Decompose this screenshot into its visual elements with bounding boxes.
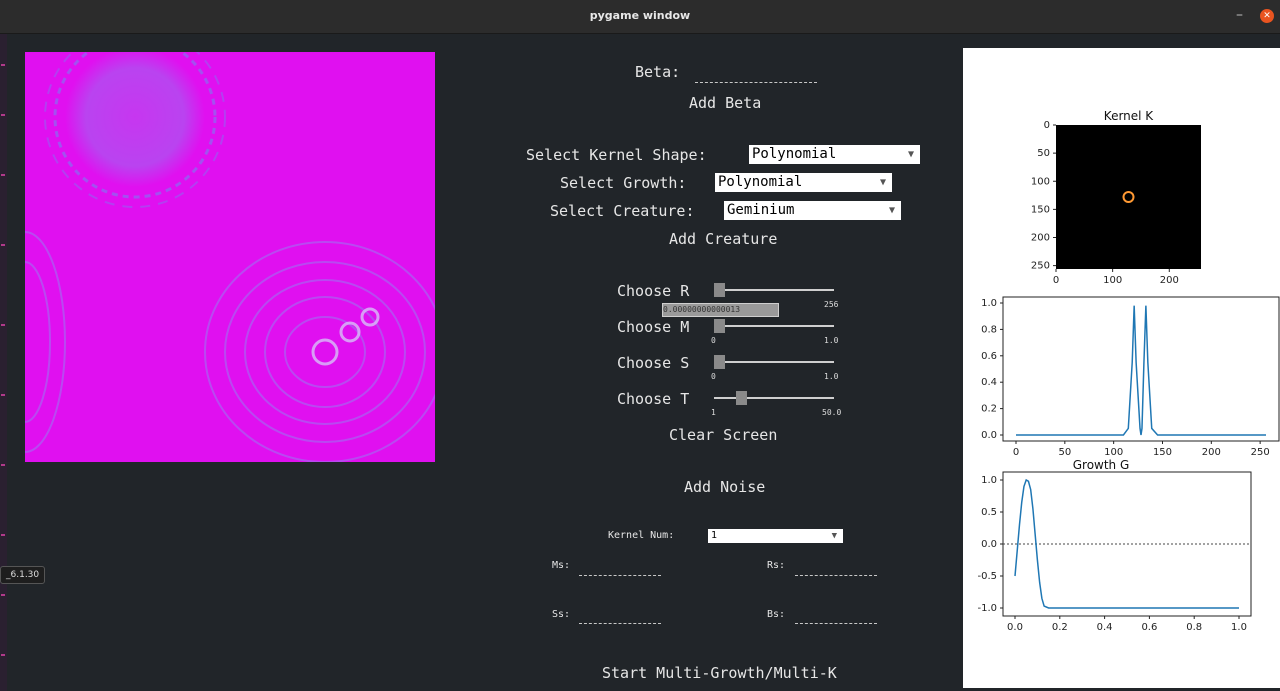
slider-s-label: Choose S <box>617 354 690 372</box>
r-value-box[interactable]: 0.00000000000013 <box>662 303 779 317</box>
profile-ytick-label: 0.2 <box>981 404 997 415</box>
kernel-num-value: 1 <box>711 530 718 541</box>
close-icon[interactable]: ✕ <box>1260 9 1274 23</box>
ms-input[interactable] <box>579 575 661 576</box>
slider-t-knob[interactable] <box>736 391 747 405</box>
add-beta-button[interactable]: Add Beta <box>689 94 761 112</box>
slider-t-max: 50.0 <box>822 408 842 417</box>
simulation-canvas[interactable] <box>25 52 435 462</box>
profile-xtick-label: 150 <box>1153 447 1172 458</box>
creature-value: Geminium <box>727 202 795 218</box>
slider-r-label: Choose R <box>617 282 690 300</box>
slider-r[interactable] <box>714 280 834 300</box>
profile-xtick-label: 0 <box>1013 447 1019 458</box>
beta-input-underline <box>695 82 817 83</box>
growth-label: Select Growth: <box>560 174 687 192</box>
ss-input[interactable] <box>579 623 661 624</box>
rs-label: Rs: <box>767 560 786 571</box>
start-multi-growth-button[interactable]: Start Multi-Growth/Multi-K <box>602 664 837 682</box>
kernel-ytick-label: 200 <box>1031 233 1050 244</box>
kernel-xtick-label: 0 <box>1053 275 1059 286</box>
clear-screen-button[interactable]: Clear Screen <box>669 426 777 444</box>
profile-xtick-label: 200 <box>1202 447 1221 458</box>
beta-label: Beta: <box>635 63 681 81</box>
profile-ytick-label: 1.0 <box>981 298 997 309</box>
slider-m-max: 1.0 <box>824 336 839 345</box>
kernel-xtick-label: 100 <box>1103 275 1122 286</box>
slider-t-min: 1 <box>711 408 716 417</box>
profile-ytick-label: 0.0 <box>981 430 997 441</box>
window-titlebar: pygame window – ✕ <box>0 0 1280 34</box>
kernel-ytick-label: 0 <box>1044 120 1050 131</box>
growth-ytick-label: 0.5 <box>981 507 997 518</box>
minimize-icon[interactable]: – <box>1236 7 1243 23</box>
slider-s-min: 0 <box>711 372 716 381</box>
growth-ytick-label: -1.0 <box>977 603 997 614</box>
profile-ytick-label: 0.6 <box>981 351 997 362</box>
slider-m[interactable] <box>714 316 834 336</box>
left-edge-strip <box>0 34 7 691</box>
chevron-down-icon: ▼ <box>831 531 837 541</box>
growth-ytick-label: 1.0 <box>981 475 997 486</box>
ms-label: Ms: <box>552 560 571 571</box>
growth-xtick-label: 0.8 <box>1186 622 1202 633</box>
slider-m-min: 0 <box>711 336 716 345</box>
profile-series-line <box>1016 305 1266 436</box>
ss-label: Ss: <box>552 609 571 620</box>
plot-panel: Kernel K 0 100 200 0 50 100 150 200 250 0 50 100 150 2… <box>963 48 1280 688</box>
growth-xtick-label: 1.0 <box>1231 622 1247 633</box>
slider-m-knob[interactable] <box>714 319 725 333</box>
growth-ytick-label: -0.5 <box>977 571 997 582</box>
profile-plot-frame <box>1002 296 1280 442</box>
growth-value: Polynomial <box>718 174 803 190</box>
bs-label: Bs: <box>767 609 786 620</box>
growth-ytick-label: 0.0 <box>981 539 997 550</box>
chevron-down-icon: ▼ <box>907 149 914 160</box>
kernel-ytick-label: 50 <box>1037 148 1050 159</box>
version-tooltip: _6.1.30 <box>0 566 46 584</box>
kernel-ytick-label: 150 <box>1031 204 1050 215</box>
profile-ytick-label: 0.8 <box>981 324 997 335</box>
bs-input[interactable] <box>795 623 877 624</box>
slider-m-label: Choose M <box>617 318 690 336</box>
slider-t-label: Choose T <box>617 390 690 408</box>
profile-xtick-label: 100 <box>1104 447 1123 458</box>
kernel-ytick-label: 250 <box>1031 261 1050 272</box>
kernel-ytick-label: 100 <box>1031 176 1050 187</box>
add-creature-button[interactable]: Add Creature <box>669 230 777 248</box>
kernel-shape-dropdown[interactable]: Polynomial ▼ <box>749 145 920 164</box>
profile-xtick-label: 250 <box>1251 447 1270 458</box>
chevron-down-icon: ▼ <box>888 205 895 216</box>
kernel-num-dropdown[interactable]: 1 ▼ <box>708 529 843 543</box>
slider-s[interactable] <box>714 352 834 372</box>
plots-svg: Kernel K0 100 2000501001502002500 50 100 150 2… <box>977 109 1280 633</box>
window-title: pygame window <box>589 9 691 22</box>
growth-xtick-label: 0.2 <box>1052 622 1068 633</box>
profile-xtick-label: 50 <box>1058 447 1071 458</box>
growth-xtick-label: 0.4 <box>1097 622 1113 633</box>
chevron-down-icon: ▼ <box>879 177 886 188</box>
slider-t[interactable] <box>714 388 834 408</box>
profile-ytick-label: 0.4 <box>981 377 997 388</box>
kernel-num-label: Kernel Num: <box>608 530 675 541</box>
kernel-heatmap-area <box>1056 125 1201 269</box>
growth-xtick-label: 0.0 <box>1007 622 1023 633</box>
kernel-chart-title: Kernel K <box>1104 109 1155 123</box>
kernel-xtick-label: 200 <box>1160 275 1179 286</box>
growth-dropdown[interactable]: Polynomial ▼ <box>715 173 892 192</box>
creature-dropdown[interactable]: Geminium ▼ <box>724 201 901 220</box>
add-noise-button[interactable]: Add Noise <box>684 478 765 496</box>
kernel-shape-value: Polynomial <box>752 146 837 162</box>
growth-chart-title: Growth G <box>1073 458 1130 472</box>
creature-label: Select Creature: <box>550 202 695 220</box>
growth-xtick-label: 0.6 <box>1141 622 1157 633</box>
slider-s-knob[interactable] <box>714 355 725 369</box>
slider-r-max: 256 <box>824 300 839 309</box>
rs-input[interactable] <box>795 575 877 576</box>
slider-s-max: 1.0 <box>824 372 839 381</box>
kernel-shape-label: Select Kernel Shape: <box>526 146 707 164</box>
slider-r-knob[interactable] <box>714 283 725 297</box>
